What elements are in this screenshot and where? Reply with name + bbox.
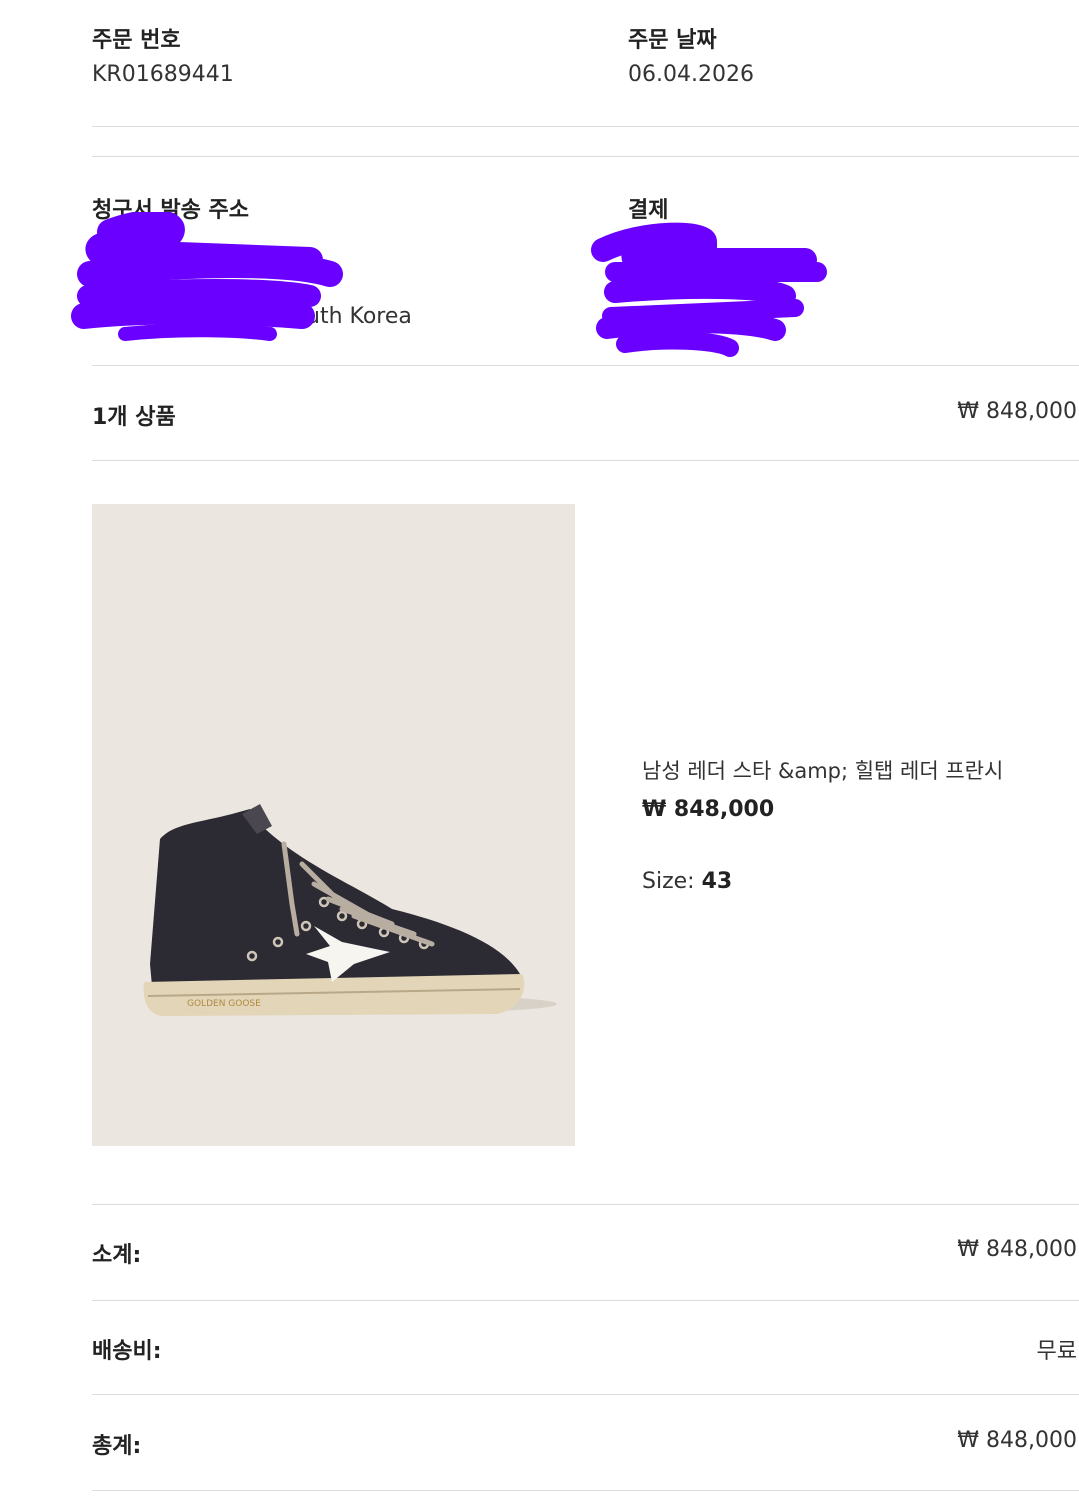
divider xyxy=(92,460,1079,461)
order-date-value: 06.04.2026 xyxy=(628,62,754,87)
divider xyxy=(92,1300,1079,1301)
total-label: 총계: xyxy=(92,1434,142,1459)
divider xyxy=(92,1204,1079,1205)
redaction-scribble xyxy=(71,212,343,341)
items-count-label: 1개 상품 xyxy=(92,405,176,430)
divider xyxy=(92,126,1079,127)
shipping-label: 배송비: xyxy=(92,1339,162,1364)
order-number-label: 주문 번호 xyxy=(92,28,181,53)
subtotal-value: ₩ 848,000 xyxy=(957,1237,1077,1262)
order-number-value: KR01689441 xyxy=(92,62,234,87)
divider xyxy=(92,365,1079,366)
divider xyxy=(92,1490,1079,1491)
product-price: ₩ 848,000 xyxy=(642,797,775,822)
redaction-scribble xyxy=(591,222,827,357)
product-image[interactable]: GOLDEN GOOSE xyxy=(92,504,575,1146)
brand-print: GOLDEN GOOSE xyxy=(187,999,261,1009)
size-label: Size: xyxy=(642,869,695,894)
shipping-value: 무료 xyxy=(1036,1339,1077,1364)
subtotal-label: 소계: xyxy=(92,1243,142,1268)
product-size: Size: 43 xyxy=(642,869,732,894)
sneaker-illustration: GOLDEN GOOSE xyxy=(143,804,557,1016)
divider xyxy=(92,156,1079,157)
order-date-label: 주문 날짜 xyxy=(628,28,717,53)
product-name[interactable]: 남성 레더 스타 &amp; 힐탭 레더 프란시 xyxy=(642,755,1003,785)
items-total-value: ₩ 848,000 xyxy=(957,399,1077,424)
total-value: ₩ 848,000 xyxy=(957,1428,1077,1453)
divider xyxy=(92,1394,1079,1395)
size-value: 43 xyxy=(701,869,733,894)
